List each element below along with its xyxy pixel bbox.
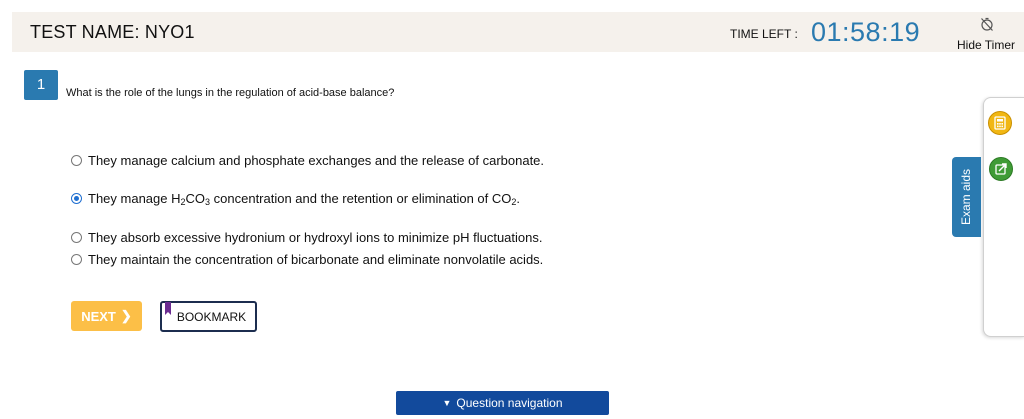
external-link-icon[interactable] (989, 157, 1013, 181)
answer-option-2[interactable]: They manage H2CO3 concentration and the … (71, 191, 521, 207)
answer-option-3[interactable]: They absorb excessive hydronium or hydro… (71, 230, 542, 245)
answer-option-4[interactable]: They maintain the concentration of bicar… (71, 252, 543, 267)
bookmark-button-label: BOOKMARK (176, 309, 247, 324)
answer-option-text: They manage H2CO3 concentration and the … (88, 191, 521, 207)
question-navigation-label: Question navigation (456, 396, 563, 410)
next-button-label: NEXT (81, 308, 116, 324)
question-text: What is the role of the lungs in the reg… (66, 87, 395, 99)
bookmark-button[interactable]: BOOKMARK (160, 301, 257, 332)
calculator-icon[interactable] (988, 111, 1012, 135)
radio-button[interactable] (71, 254, 82, 265)
radio-button-selected[interactable] (71, 193, 82, 204)
time-left-label: TIME LEFT : (730, 27, 798, 41)
timer-off-icon[interactable] (979, 16, 995, 32)
test-name: TEST NAME: NYO1 (30, 22, 195, 42)
bookmark-icon (165, 302, 171, 315)
answer-option-1[interactable]: They manage calcium and phosphate exchan… (71, 153, 544, 168)
answer-option-text: They manage calcium and phosphate exchan… (88, 153, 545, 168)
exam-aids-tab[interactable]: Exam aids (952, 157, 981, 237)
exam-aids-label: Exam aids (959, 168, 974, 226)
caret-down-icon: ▼ (442, 398, 452, 408)
question-number: 1 (24, 70, 58, 100)
answer-option-text: They maintain the concentration of bicar… (88, 252, 544, 267)
hide-timer-button[interactable]: Hide Timer (957, 38, 1015, 52)
next-button[interactable]: NEXT ❯ (71, 301, 142, 331)
chevron-right-icon: ❯ (120, 308, 132, 323)
time-left-value: 01:58:19 (811, 17, 921, 47)
radio-button[interactable] (71, 232, 82, 243)
radio-button[interactable] (71, 155, 82, 166)
question-navigation-button[interactable]: ▼ Question navigation (396, 391, 609, 415)
test-header: TEST NAME: NYO1 TIME LEFT : 01:58:19 Hid… (12, 12, 1024, 52)
answer-option-text: They absorb excessive hydronium or hydro… (88, 230, 543, 245)
